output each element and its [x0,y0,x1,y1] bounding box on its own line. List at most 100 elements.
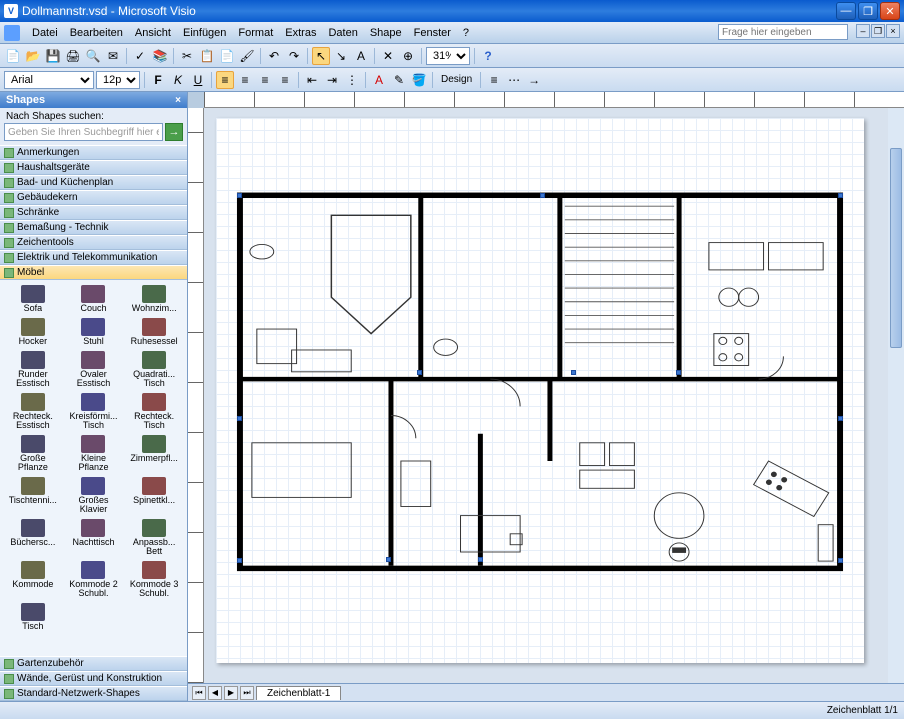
menu-bearbeiten[interactable]: Bearbeiten [64,25,129,41]
menu-datei[interactable]: Datei [26,25,64,41]
stencil-moebel[interactable]: Möbel [0,265,187,280]
shape-item[interactable]: Große Pflanze [4,434,62,473]
align-center-button[interactable]: ≡ [236,71,254,89]
copy-button[interactable]: 📋 [198,47,216,65]
shape-item[interactable]: Kleine Pflanze [65,434,123,473]
shape-item[interactable]: Nachttisch [65,518,123,557]
shape-item[interactable]: Ruhesessel [125,317,183,347]
shape-item[interactable]: Zimmerpfl... [125,434,183,473]
zoom-select[interactable]: 31% [426,47,470,65]
shape-item[interactable]: Wohnzim... [125,284,183,314]
undo-button[interactable]: ↶ [265,47,283,65]
save-button[interactable]: 💾 [44,47,62,65]
tab-last-button[interactable]: ⏭ [240,686,254,700]
horizontal-ruler[interactable] [204,92,904,108]
shape-item[interactable]: Couch [65,284,123,314]
underline-button[interactable]: U [189,71,207,89]
stencil-header[interactable]: Bemaßung - Technik [0,220,187,235]
menu-help[interactable]: ? [457,25,475,41]
shape-item[interactable]: Büchersc... [4,518,62,557]
font-select[interactable]: Arial [4,71,94,89]
shape-item[interactable]: Rechteck. Esstisch [4,392,62,431]
tab-next-button[interactable]: ▶ [224,686,238,700]
mdi-close-button[interactable]: × [886,24,900,38]
line-weight-button[interactable]: ≡ [485,71,503,89]
font-size-select[interactable]: 12pt [96,71,140,89]
stencil-header[interactable]: Standard-Netzwerk-Shapes [0,686,187,701]
shape-item[interactable]: Hocker [4,317,62,347]
shape-item[interactable]: Kommode 3 Schubl. [125,560,183,599]
stencil-header[interactable]: Gebäudekern [0,190,187,205]
close-button[interactable]: ✕ [880,2,900,20]
menu-ansicht[interactable]: Ansicht [129,25,177,41]
stencil-header[interactable]: Anmerkungen [0,145,187,160]
menu-fenster[interactable]: Fenster [408,25,457,41]
fill-color-button[interactable]: 🪣 [410,71,428,89]
align-justify-button[interactable]: ≡ [276,71,294,89]
stencil-header[interactable]: Schränke [0,205,187,220]
research-button[interactable]: 📚 [151,47,169,65]
maximize-button[interactable]: ❐ [858,2,878,20]
shape-item[interactable]: Anpassb... Bett [125,518,183,557]
help-button[interactable]: ? [479,47,497,65]
line-ends-button[interactable]: → [525,71,543,89]
page-tab-1[interactable]: Zeichenblatt-1 [256,686,341,700]
stencil-header[interactable]: Elektrik und Telekommunikation [0,250,187,265]
vertical-scrollbar[interactable] [888,108,904,683]
spellcheck-button[interactable]: ✓ [131,47,149,65]
mdi-restore-button[interactable]: ❐ [871,24,885,38]
ask-question-input[interactable] [718,24,848,40]
print-preview-button[interactable]: 🔍 [84,47,102,65]
menu-extras[interactable]: Extras [279,25,322,41]
print-button[interactable]: 🖨 [64,47,82,65]
open-button[interactable]: 📂 [24,47,42,65]
minimize-button[interactable]: — [836,2,856,20]
text-tool-button[interactable]: A [352,47,370,65]
menu-format[interactable]: Format [232,25,279,41]
stencil-header[interactable]: Zeichentools [0,235,187,250]
line-pattern-button[interactable]: ⋯ [505,71,523,89]
stencil-header[interactable]: Wände, Gerüst und Konstruktion [0,671,187,686]
shape-item[interactable]: Kommode 2 Schubl. [65,560,123,599]
menu-shape[interactable]: Shape [364,25,408,41]
floorplan-drawing[interactable] [232,188,848,643]
decrease-indent-button[interactable]: ⇤ [303,71,321,89]
menu-daten[interactable]: Daten [322,25,363,41]
stencil-header[interactable]: Bad- und Küchenplan [0,175,187,190]
bold-button[interactable]: F [149,71,167,89]
line-color-button[interactable]: ✎ [390,71,408,89]
tab-first-button[interactable]: ⏮ [192,686,206,700]
font-color-button[interactable]: A [370,71,388,89]
italic-button[interactable]: K [169,71,187,89]
redo-button[interactable]: ↷ [285,47,303,65]
cut-button[interactable]: ✂ [178,47,196,65]
email-button[interactable]: ✉ [104,47,122,65]
shapes-search-input[interactable] [4,123,163,141]
increase-indent-button[interactable]: ⇥ [323,71,341,89]
shape-item[interactable]: Rechteck. Tisch [125,392,183,431]
shape-item[interactable]: Tischtenni... [4,476,62,515]
stencil-header[interactable]: Gartenzubehör [0,656,187,671]
tab-prev-button[interactable]: ◀ [208,686,222,700]
shape-item[interactable]: Ovaler Esstisch [65,350,123,389]
shape-item[interactable]: Kommode [4,560,62,599]
shape-item[interactable]: Spinettkl... [125,476,183,515]
connection-point-button[interactable]: ✕ [379,47,397,65]
drawing-page[interactable] [216,118,864,663]
shapes-close-icon[interactable]: × [175,95,181,106]
shape-item[interactable]: Tisch [4,602,62,632]
stamp-button[interactable]: ⊕ [399,47,417,65]
shape-item[interactable]: Stuhl [65,317,123,347]
align-left-button[interactable]: ≡ [216,71,234,89]
format-painter-button[interactable]: 🖌 [238,47,256,65]
mdi-minimize-button[interactable]: – [856,24,870,38]
shape-item[interactable]: Quadrati... Tisch [125,350,183,389]
shape-item[interactable]: Sofa [4,284,62,314]
menu-einfuegen[interactable]: Einfügen [177,25,232,41]
pointer-tool-button[interactable]: ↖ [312,47,330,65]
new-button[interactable]: 📄 [4,47,22,65]
stencil-header[interactable]: Haushaltsgeräte [0,160,187,175]
shape-item[interactable]: Kreisförmi... Tisch [65,392,123,431]
design-button[interactable]: Design [437,71,476,89]
bullets-button[interactable]: ⋮ [343,71,361,89]
